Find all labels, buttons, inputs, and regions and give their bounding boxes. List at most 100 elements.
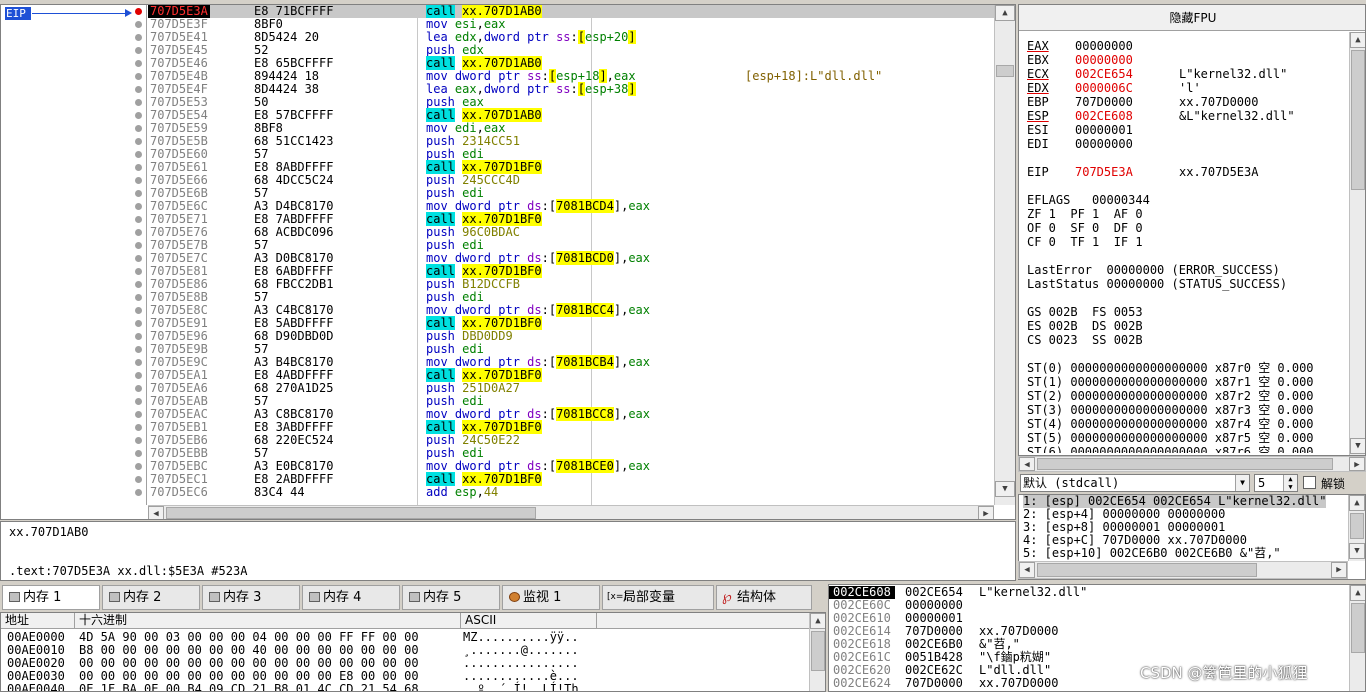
register-value[interactable]: 707D5E3A <box>1075 165 1133 179</box>
breakpoint-dot[interactable] <box>135 385 142 392</box>
breakpoint-dot[interactable] <box>135 424 142 431</box>
breakpoint-dot[interactable] <box>135 398 142 405</box>
segment-row[interactable]: GS 002B FS 0053 <box>1027 305 1143 319</box>
breakpoint-dot[interactable] <box>135 125 142 132</box>
breakpoint-dot[interactable] <box>135 177 142 184</box>
breakpoint-dot[interactable] <box>135 242 142 249</box>
registers-list[interactable]: EAX 00000000 EBX 00000000 ECX 002CE654 L"kerne… <box>1027 39 1349 453</box>
breakpoint-dot[interactable] <box>135 86 142 93</box>
scroll-left-button[interactable]: ◀ <box>148 506 164 519</box>
eflags-row[interactable]: EFLAGS 00000344 <box>1027 193 1150 207</box>
breakpoint-dot[interactable] <box>135 307 142 314</box>
dump-header-address[interactable]: 地址 <box>1 613 75 629</box>
breakpoint-dot[interactable] <box>135 216 142 223</box>
segment-row[interactable]: CS 0023 SS 002B <box>1027 333 1143 347</box>
register-value[interactable]: 00000000 <box>1075 53 1133 67</box>
scroll-left-button[interactable]: ◀ <box>1019 562 1035 578</box>
disassembly-hscrollbar[interactable]: ◀ ▶ <box>148 505 994 519</box>
scroll-thumb[interactable] <box>1351 50 1365 190</box>
breakpoint-dot[interactable] <box>135 34 142 41</box>
breakpoint-dot[interactable] <box>135 450 142 457</box>
tab-memory-2[interactable]: 内存 2 <box>102 585 200 610</box>
scroll-thumb[interactable] <box>1351 603 1365 653</box>
flags-row[interactable]: CF 0 TF 1 IF 1 <box>1027 235 1143 249</box>
breakpoint-dot[interactable] <box>135 151 142 158</box>
breakpoint-dot[interactable] <box>135 411 142 418</box>
dump-hex[interactable]: 0E 1F BA 0E 00 B4 09 CD 21 B8 01 4C CD 2… <box>79 683 419 692</box>
instruction-token[interactable]: xx.707D1BF0 <box>462 420 542 434</box>
breakpoint-dot[interactable] <box>135 190 142 197</box>
disasm-row[interactable]: 707D5E41 8D5424 20 lea edx,dword ptr ss:[e… <box>148 30 994 44</box>
register-value[interactable]: 00000001 <box>1075 123 1133 137</box>
registers-panel[interactable]: 隐藏FPU EAX 00000000 EBX 00000000 ECX 002CE654 L… <box>1018 4 1366 456</box>
registers-vscrollbar[interactable]: ▲ ▼ <box>1349 32 1365 455</box>
instruction-token[interactable]: xx.707D1BF0 <box>462 160 542 174</box>
register-value[interactable]: 002CE608 <box>1075 109 1133 123</box>
fpu-st-row[interactable]: ST(2) 0000000000000000000 x87r2 空 0.000 <box>1027 389 1314 403</box>
instruction-token[interactable]: 7081BCD4 <box>556 199 614 213</box>
fpu-st-row[interactable]: ST(3) 0000000000000000000 x87r3 空 0.000 <box>1027 403 1314 417</box>
breakpoint-dot[interactable] <box>135 346 142 353</box>
tab-memory-4[interactable]: 内存 4 <box>302 585 400 610</box>
instruction-token[interactable]: 7081BCE0 <box>556 459 614 473</box>
fpu-st-row[interactable]: ST(5) 0000000000000000000 x87r5 空 0.000 <box>1027 431 1314 445</box>
chevron-down-icon[interactable]: ▼ <box>1235 475 1249 491</box>
breakpoint-dot[interactable] <box>135 203 142 210</box>
breakpoint-dot[interactable] <box>135 268 142 275</box>
register-value[interactable]: 0000006C <box>1075 81 1133 95</box>
scroll-up-button[interactable]: ▲ <box>810 613 825 629</box>
disassembly-vscrollbar[interactable]: ▲ ▼ <box>994 5 1015 505</box>
unlock-checkbox[interactable] <box>1303 476 1316 489</box>
instruction-token[interactable]: xx.707D1AB0 <box>462 108 542 122</box>
register-value[interactable]: 707D0000 <box>1075 95 1133 109</box>
instruction-token[interactable]: xx.707D1BF0 <box>462 472 542 486</box>
scroll-left-button[interactable]: ◀ <box>1019 457 1035 471</box>
breakpoint-dot[interactable] <box>135 463 142 470</box>
last-status-row[interactable]: LastStatus 00000000 (STATUS_SUCCESS) <box>1027 277 1287 291</box>
instruction-token[interactable]: xx.707D1BF0 <box>462 264 542 278</box>
hscroll-thumb[interactable] <box>1037 563 1257 577</box>
breakpoint-dot[interactable] <box>135 476 142 483</box>
breakpoint-dot[interactable] <box>135 112 142 119</box>
tab-locals[interactable]: [x=] 局部变量 <box>602 585 714 610</box>
dump-vscrollbar[interactable]: ▲ <box>809 613 825 691</box>
scroll-up-button[interactable]: ▲ <box>1349 495 1365 511</box>
breakpoint-dot[interactable] <box>135 229 142 236</box>
dump-ascii[interactable]: ..º..´.Í!¸.LÍ!Th <box>463 683 579 692</box>
disasm-row[interactable]: 707D5E66 68 4DCC5C24 push 245CCC4D <box>148 174 994 187</box>
args-hscrollbar[interactable]: ◀ ▶ <box>1018 561 1348 579</box>
breakpoint-dot[interactable] <box>135 294 142 301</box>
disasm-row[interactable]: 707D5EA6 68 270A1D25 push 251D0A27 <box>148 382 994 395</box>
registers-hscrollbar[interactable]: ◀ ▶ <box>1018 456 1366 472</box>
disassembly-panel[interactable]: EIP 707D5E3A E8 71BCFFFF call xx.707D1AB0 7… <box>0 4 1016 520</box>
fpu-st-row[interactable]: ST(6) 0000000000000000000 x87r6 空 0.000 <box>1027 445 1314 453</box>
hscroll-thumb[interactable] <box>166 507 536 519</box>
tab-memory-5[interactable]: 内存 5 <box>402 585 500 610</box>
instruction-token[interactable]: xx.707D1AB0 <box>462 56 542 70</box>
segment-row[interactable]: ES 002B DS 002B <box>1027 319 1143 333</box>
spinner-arrows-icon[interactable]: ▲ ▼ <box>1283 475 1297 491</box>
instruction-token[interactable]: 7081BCC8 <box>556 407 614 421</box>
breakpoint-dot[interactable] <box>135 47 142 54</box>
scroll-thumb[interactable] <box>811 631 825 671</box>
scroll-thumb[interactable] <box>996 65 1014 77</box>
scroll-down-button[interactable]: ▼ <box>1350 438 1365 454</box>
stack-arg-row[interactable]: 5: [esp+10] 002CE6B0 002CE6B0 &"苕," <box>1023 547 1281 560</box>
instruction-token[interactable]: 7081BCB4 <box>556 355 614 369</box>
disasm-row[interactable]: 707D5E96 68 D90DBD0D push DBD0DD9 <box>148 330 994 343</box>
stack-vscrollbar[interactable]: ▲ <box>1349 585 1365 691</box>
instruction-token[interactable]: xx.707D1BF0 <box>462 368 542 382</box>
tab-memory-1[interactable]: 内存 1 <box>2 585 100 610</box>
disasm-row[interactable]: 707D5E76 68 ACBDC096 push 96C0BDAC <box>148 226 994 239</box>
flags-row[interactable]: OF 0 SF 0 DF 0 <box>1027 221 1143 235</box>
flags-row[interactable]: ZF 1 PF 1 AF 0 <box>1027 207 1143 221</box>
fpu-st-row[interactable]: ST(4) 0000000000000000000 x87r4 空 0.000 <box>1027 417 1314 431</box>
breakpoint-dot[interactable] <box>135 333 142 340</box>
breakpoint-dot[interactable] <box>135 489 142 496</box>
breakpoint-dot[interactable] <box>135 359 142 366</box>
instruction-token[interactable]: 7081BCC4 <box>556 303 614 317</box>
breakpoint-dot[interactable] <box>135 60 142 67</box>
calling-convention-select[interactable]: 默认 (stdcall) ▼ <box>1020 474 1250 492</box>
instruction-token[interactable]: xx.707D1BF0 <box>462 316 542 330</box>
disasm-row[interactable]: 707D5EB6 68 220EC524 push 24C50E22 <box>148 434 994 447</box>
